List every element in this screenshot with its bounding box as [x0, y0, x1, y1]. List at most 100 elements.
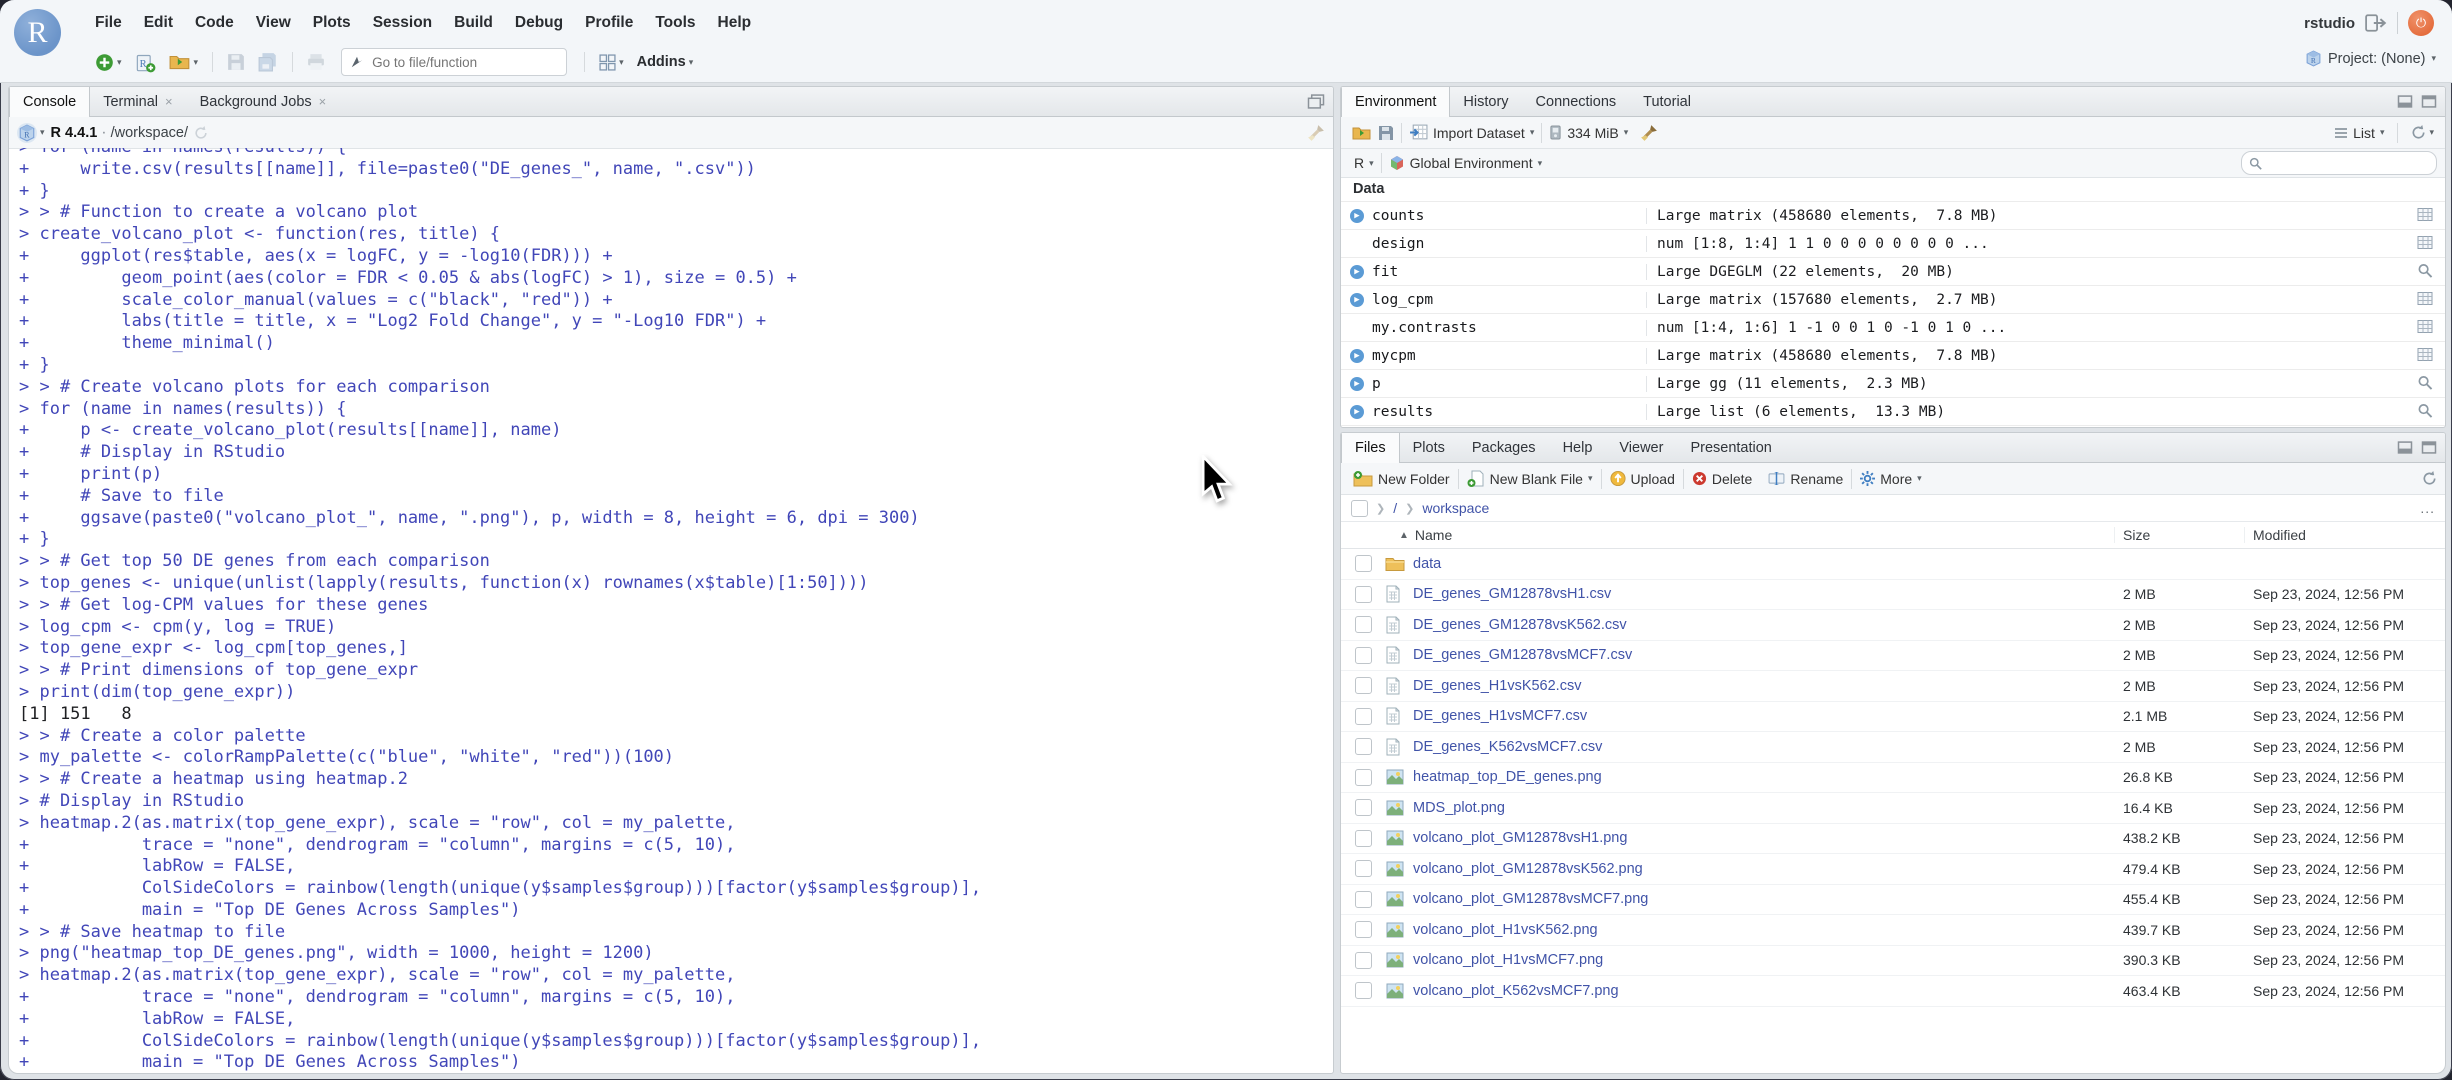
- file-checkbox[interactable]: [1354, 616, 1372, 634]
- maximize-pane-icon[interactable]: [1307, 94, 1325, 109]
- object-name-cell[interactable]: ▶ fit: [1341, 264, 1646, 280]
- chevron-down-icon[interactable]: ▾: [619, 57, 624, 68]
- menu-file[interactable]: File: [84, 8, 133, 38]
- file-checkbox[interactable]: [1354, 585, 1372, 603]
- file-row[interactable]: MDS_plot.png 16.4 KB Sep 23, 2024, 12:56 P…: [1341, 793, 2445, 824]
- minimize-pane-icon[interactable]: [2397, 95, 2413, 108]
- inspect-object-icon[interactable]: [2417, 403, 2433, 418]
- quit-session-icon[interactable]: ⏻: [2408, 10, 2434, 36]
- breadcrumb-root-link[interactable]: /: [1393, 500, 1397, 516]
- tab-tutorial[interactable]: Tutorial: [1630, 87, 1705, 116]
- file-row[interactable]: DE_genes_GM12878vsK562.csv 2 MB Sep 23, 20…: [1341, 610, 2445, 641]
- language-selector[interactable]: R ▾: [1349, 153, 1377, 173]
- file-name-link[interactable]: volcano_plot_GM12878vsH1.png: [1413, 830, 2115, 846]
- import-dataset-button[interactable]: Import Dataset ▾: [1406, 122, 1537, 143]
- expand-arrow-icon[interactable]: ▶: [1350, 264, 1364, 279]
- console-output[interactable]: > for (name in names(results)) {+ write.…: [9, 148, 1333, 1073]
- select-all-checkbox[interactable]: [1351, 499, 1368, 517]
- environment-object-row[interactable]: ▶ log_cpm Large matrix (157680 elements, 2…: [1341, 286, 2445, 314]
- close-icon[interactable]: ×: [165, 95, 173, 108]
- file-row[interactable]: volcano_plot_GM12878vsMCF7.png 455.4 KB Se…: [1341, 885, 2445, 915]
- inspect-object-icon[interactable]: [2417, 375, 2433, 390]
- file-name-link[interactable]: DE_genes_H1vsMCF7.csv: [1413, 708, 2115, 724]
- close-icon[interactable]: ×: [319, 95, 327, 108]
- object-name-cell[interactable]: ▶ log_cpm: [1341, 292, 1646, 308]
- object-name-cell[interactable]: ▶ counts: [1341, 208, 1646, 224]
- tab-background-jobs[interactable]: Background Jobs ×: [187, 87, 341, 116]
- file-row[interactable]: DE_genes_H1vsMCF7.csv 2.1 MB Sep 23, 2024,…: [1341, 702, 2445, 732]
- view-table-icon[interactable]: [2417, 207, 2433, 222]
- file-name-link[interactable]: volcano_plot_K562vsMCF7.png: [1413, 983, 2115, 999]
- upload-button[interactable]: Upload: [1606, 470, 1679, 487]
- environment-search-input[interactable]: [2267, 154, 2411, 172]
- memory-usage-button[interactable]: 334 MiB ▾: [1546, 123, 1631, 143]
- chevron-down-icon[interactable]: ▾: [40, 127, 45, 138]
- inspect-object-icon[interactable]: [2417, 263, 2433, 278]
- file-row[interactable]: volcano_plot_H1vsK562.png 439.7 KB Sep 23,…: [1341, 915, 2445, 946]
- clear-environment-icon[interactable]: [1637, 122, 1661, 144]
- file-checkbox[interactable]: [1354, 707, 1372, 725]
- object-name-cell[interactable]: ▶design: [1341, 236, 1646, 252]
- environment-object-row[interactable]: ▶ fit Large DGEGLM (22 elements, 20 MB): [1341, 258, 2445, 286]
- column-header-modified[interactable]: Modified: [2245, 527, 2445, 543]
- tab-help[interactable]: Help: [1550, 433, 1607, 462]
- expand-arrow-icon[interactable]: ▶: [1350, 348, 1364, 363]
- file-row[interactable]: data: [1341, 549, 2445, 580]
- tab-packages[interactable]: Packages: [1459, 433, 1550, 462]
- menu-view[interactable]: View: [245, 8, 302, 38]
- tab-console[interactable]: Console: [9, 87, 91, 117]
- open-file-button[interactable]: ▾: [166, 51, 202, 73]
- delete-button[interactable]: Delete: [1688, 471, 1756, 487]
- file-checkbox[interactable]: [1354, 890, 1372, 908]
- environment-search[interactable]: [2241, 151, 2437, 175]
- more-button[interactable]: More ▾: [1856, 471, 1925, 487]
- expand-arrow-icon[interactable]: ▶: [1350, 208, 1364, 223]
- file-row[interactable]: volcano_plot_H1vsMCF7.png 390.3 KB Sep 23,…: [1341, 946, 2445, 976]
- print-button[interactable]: [304, 51, 328, 73]
- tab-terminal[interactable]: Terminal ×: [90, 87, 186, 116]
- file-name-link[interactable]: data: [1413, 556, 2115, 572]
- file-row[interactable]: DE_genes_GM12878vsH1.csv 2 MB Sep 23, 2024…: [1341, 580, 2445, 610]
- list-view-button[interactable]: List ▾: [2331, 123, 2387, 143]
- load-workspace-button[interactable]: [1349, 123, 1375, 143]
- goto-directory-icon[interactable]: [194, 126, 208, 140]
- tab-presentation[interactable]: Presentation: [1677, 433, 1785, 462]
- object-name-cell[interactable]: ▶ p: [1341, 376, 1646, 392]
- file-name-link[interactable]: DE_genes_GM12878vsK562.csv: [1413, 617, 2115, 633]
- file-name-link[interactable]: volcano_plot_GM12878vsK562.png: [1413, 861, 2115, 877]
- tab-plots[interactable]: Plots: [1400, 433, 1459, 462]
- menu-plots[interactable]: Plots: [302, 8, 362, 38]
- menu-help[interactable]: Help: [707, 8, 763, 38]
- tab-history[interactable]: History: [1450, 87, 1522, 116]
- new-folder-button[interactable]: New Folder: [1349, 470, 1454, 488]
- tab-connections[interactable]: Connections: [1523, 87, 1631, 116]
- file-checkbox[interactable]: [1354, 799, 1372, 817]
- column-header-size[interactable]: Size: [2115, 527, 2245, 543]
- environment-object-row[interactable]: ▶ mycpm Large matrix (458680 elements, 7.8…: [1341, 342, 2445, 370]
- file-name-link[interactable]: DE_genes_H1vsK562.csv: [1413, 678, 2115, 694]
- chevron-down-icon[interactable]: ▾: [194, 57, 199, 68]
- file-row[interactable]: heatmap_top_DE_genes.png 26.8 KB Sep 23, 2…: [1341, 763, 2445, 793]
- expand-arrow-icon[interactable]: ▶: [1350, 376, 1364, 391]
- new-project-button[interactable]: [132, 50, 159, 75]
- refresh-environment-button[interactable]: ▾: [2408, 123, 2437, 142]
- object-name-cell[interactable]: ▶my.contrasts: [1341, 320, 1646, 336]
- new-blank-file-button[interactable]: New Blank File ▾: [1463, 470, 1597, 488]
- environment-object-row[interactable]: ▶my.contrastsnum [1:4, 1:6] 1 -1 0 0 1 0…: [1341, 314, 2445, 342]
- sign-out-icon[interactable]: [2365, 14, 2387, 32]
- new-file-button[interactable]: ▾: [92, 51, 125, 74]
- file-checkbox[interactable]: [1354, 951, 1372, 969]
- goto-file-search[interactable]: [341, 48, 568, 76]
- menu-session[interactable]: Session: [362, 8, 443, 38]
- breadcrumb-workspace-link[interactable]: workspace: [1422, 500, 1489, 516]
- refresh-files-icon[interactable]: [2422, 471, 2437, 486]
- object-name-cell[interactable]: ▶ results: [1341, 404, 1646, 420]
- menu-code[interactable]: Code: [184, 8, 245, 38]
- file-row[interactable]: volcano_plot_GM12878vsK562.png 479.4 KB Se…: [1341, 854, 2445, 885]
- view-table-icon[interactable]: [2417, 235, 2433, 250]
- file-checkbox[interactable]: [1354, 738, 1372, 756]
- file-checkbox[interactable]: [1354, 829, 1372, 847]
- save-workspace-button[interactable]: [1375, 123, 1397, 143]
- menu-edit[interactable]: Edit: [133, 8, 184, 38]
- column-header-name[interactable]: ▲ Name: [1341, 527, 2115, 543]
